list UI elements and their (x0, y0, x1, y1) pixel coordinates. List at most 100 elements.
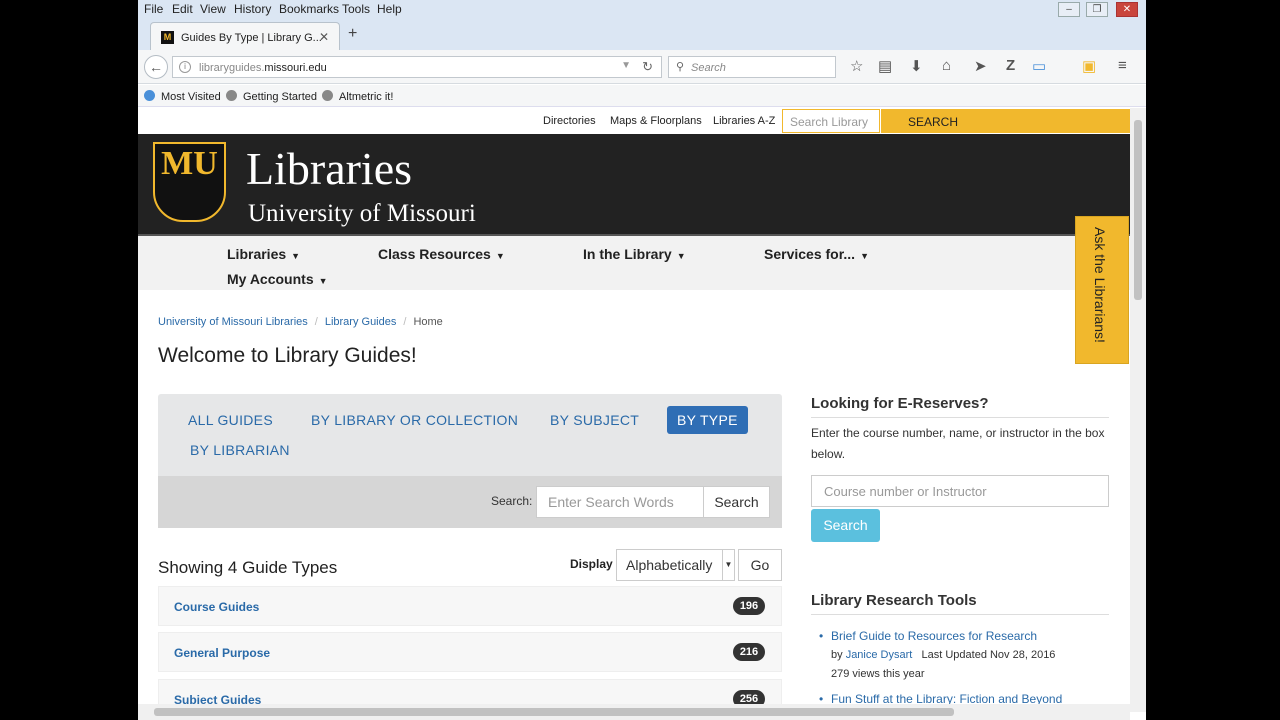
scrollbar-thumb[interactable] (1134, 120, 1142, 300)
bullet-icon: • (819, 629, 824, 643)
guide-type-link[interactable]: General Purpose (174, 646, 270, 660)
caret-down-icon: ▼ (860, 251, 869, 261)
main-navigation: Libraries ▼ Class Resources ▼ In the Libra… (138, 234, 1130, 290)
nav-in-the-library[interactable]: In the Library ▼ (583, 246, 686, 262)
menu-bookmarks[interactable]: Bookmarks (279, 2, 339, 16)
display-selected-value: Alphabetically (626, 557, 713, 573)
zotero-icon[interactable]: Z (1006, 57, 1015, 74)
tab-by-type[interactable]: BY TYPE (667, 406, 748, 434)
menu-help[interactable]: Help (377, 2, 402, 16)
research-tool-link[interactable]: Brief Guide to Resources for Research (831, 629, 1037, 643)
send-icon[interactable]: ➤ (974, 57, 987, 75)
guide-search-input[interactable]: Enter Search Words (536, 486, 704, 518)
caret-down-icon: ▼ (676, 251, 686, 261)
link-directories[interactable]: Directories (543, 115, 596, 127)
guide-search-row: Search: Enter Search Words Search (158, 476, 782, 528)
guide-search-button[interactable]: Search (703, 486, 770, 518)
tab-by-librarian[interactable]: BY LIBRARIAN (190, 442, 290, 458)
tab-by-subject[interactable]: BY SUBJECT (550, 412, 639, 428)
url-host-main: missouri.edu (264, 62, 327, 74)
display-select[interactable]: Alphabetically ▼ (616, 549, 735, 581)
maximize-icon[interactable]: ❐ (1086, 2, 1108, 17)
scrollbar-thumb[interactable] (154, 708, 954, 716)
author-link[interactable]: Janice Dysart (846, 649, 913, 661)
nav-label: Services for... (764, 246, 856, 262)
vertical-scrollbar[interactable] (1130, 108, 1146, 712)
close-window-icon[interactable]: ✕ (1116, 2, 1138, 17)
download-icon[interactable]: ⬇ (910, 57, 923, 75)
research-tool-item: • Brief Guide to Resources for Research (819, 629, 1037, 643)
menu-file[interactable]: File (144, 2, 163, 16)
browser-window: File Edit View History Bookmarks Tools H… (138, 0, 1146, 720)
go-button[interactable]: Go (738, 549, 782, 581)
mu-favicon-icon: M (161, 31, 174, 44)
ask-librarians-tab[interactable]: Ask the Librarians! (1075, 216, 1129, 364)
bookmark-star-icon[interactable]: ☆ (850, 57, 863, 75)
library-search-button[interactable]: SEARCH (881, 109, 1130, 133)
url-host-prefix: libraryguides. (199, 62, 265, 74)
home-icon[interactable]: ⌂ (942, 57, 951, 74)
caret-down-icon: ▼ (291, 251, 301, 261)
site-banner: MU Libraries University of Missouri (138, 134, 1130, 234)
bookmark-label: Most Visited (161, 91, 221, 103)
research-tool-meta: by Janice Dysart Last Updated Nov 28, 20… (831, 649, 1055, 661)
menu-tools[interactable]: Tools (342, 2, 370, 16)
select-arrow-icon: ▼ (722, 550, 734, 580)
tab-close-icon[interactable]: ✕ (319, 30, 329, 44)
guide-tabs-panel: ALL GUIDES BY LIBRARY OR COLLECTION BY S… (158, 394, 782, 528)
nav-my-accounts[interactable]: My Accounts ▼ (227, 271, 328, 287)
breadcrumb-current: Home (413, 316, 443, 328)
reload-icon[interactable]: ↻ (642, 59, 653, 75)
mu-logo[interactable]: MU (153, 142, 226, 222)
view-count: 279 views this year (831, 668, 925, 680)
reading-list-icon[interactable]: ▤ (878, 57, 892, 75)
menu-bar: File Edit View History Bookmarks Tools H… (138, 0, 1146, 20)
browser-tab[interactable]: M Guides By Type | Library G... ✕ (150, 22, 340, 50)
guide-type-row[interactable]: General Purpose 216 (158, 632, 782, 672)
bookmarks-toolbar: Most Visited Getting Started Altmetric i… (138, 85, 1146, 107)
page-title: Welcome to Library Guides! (158, 344, 417, 367)
link-libraries-az[interactable]: Libraries A-Z (713, 115, 775, 127)
eres-search-button[interactable]: Search (811, 509, 880, 542)
nav-libraries[interactable]: Libraries ▼ (227, 246, 300, 262)
tab-strip: M Guides By Type | Library G... ✕ + (138, 20, 1146, 50)
bookmark-most-visited[interactable]: Most Visited (144, 90, 221, 103)
minimize-icon[interactable]: – (1058, 2, 1080, 17)
magnifier-icon: ⚲ (676, 61, 685, 73)
new-tab-icon[interactable]: + (348, 25, 357, 43)
menu-view[interactable]: View (200, 2, 226, 16)
library-search-input[interactable]: Search Library (782, 109, 880, 133)
guide-type-row[interactable]: Course Guides 196 (158, 586, 782, 626)
pocket-icon[interactable]: ▭ (1032, 57, 1046, 75)
dropdown-arrow-icon[interactable]: ▼ (621, 60, 631, 71)
breadcrumb: University of Missouri Libraries / Library… (158, 316, 443, 328)
mu-extension-icon[interactable]: ▣ (1082, 57, 1096, 75)
folder-icon (144, 90, 155, 101)
guide-type-link[interactable]: Course Guides (174, 600, 259, 614)
hamburger-menu-icon[interactable]: ≡ (1118, 57, 1127, 74)
menu-history[interactable]: History (234, 2, 271, 16)
horizontal-scrollbar[interactable] (138, 704, 1130, 720)
bookmark-label: Getting Started (243, 91, 317, 103)
site-subtitle: University of Missouri (248, 200, 476, 227)
browser-search-bar[interactable]: ⚲ Search (668, 56, 836, 78)
breadcrumb-library-guides[interactable]: Library Guides (325, 316, 397, 328)
link-maps-floorplans[interactable]: Maps & Floorplans (610, 115, 702, 127)
breadcrumb-mu-libraries[interactable]: University of Missouri Libraries (158, 316, 308, 328)
address-bar[interactable]: i libraryguides.missouri.edu ▼ ↻ (172, 56, 662, 78)
research-tools-heading: Library Research Tools (811, 592, 1109, 615)
bookmark-altmetric[interactable]: Altmetric it! (322, 90, 393, 103)
tab-by-library[interactable]: BY LIBRARY OR COLLECTION (311, 412, 518, 428)
bookmark-getting-started[interactable]: Getting Started (226, 90, 317, 103)
bookmark-label: Altmetric it! (339, 91, 394, 103)
nav-services-for[interactable]: Services for... ▼ (764, 246, 869, 262)
menu-edit[interactable]: Edit (172, 2, 193, 16)
nav-class-resources[interactable]: Class Resources ▼ (378, 246, 505, 262)
info-icon[interactable]: i (179, 61, 191, 73)
tab-all-guides[interactable]: ALL GUIDES (188, 412, 273, 428)
eres-search-input[interactable]: Course number or Instructor (811, 475, 1109, 507)
url-text: libraryguides.missouri.edu (199, 62, 327, 74)
site-title[interactable]: Libraries (246, 142, 412, 195)
back-arrow-icon[interactable]: ← (144, 55, 168, 79)
count-badge: 216 (733, 643, 765, 661)
